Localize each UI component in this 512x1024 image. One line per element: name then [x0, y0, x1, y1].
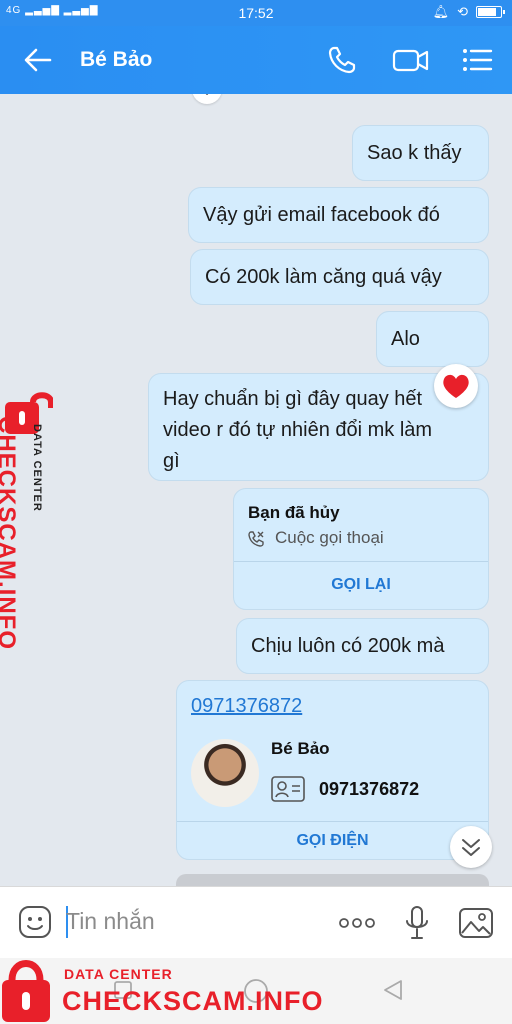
- alarm-icon: 🔔︎: [432, 4, 450, 19]
- call-status-title: Bạn đã hủy: [248, 503, 340, 522]
- padlock-logo-icon: [2, 960, 50, 1022]
- watermark-bottom: DATA CENTER CHECKSCAM.INFO: [0, 956, 323, 1024]
- watermark-brand: CHECKSCAM.INFO: [62, 986, 324, 1016]
- watermark-brand: CHECKSCAM.INFO: [0, 416, 20, 650]
- message-bubble[interactable]: Có 200k làm căng quá vậy: [190, 249, 489, 305]
- battery-level-fill: [478, 8, 496, 16]
- message-bubble[interactable]: Vậy gửi email facebook đó: [188, 187, 489, 243]
- emoji-sticker-icon[interactable]: [18, 905, 52, 939]
- message-text-line: gì: [163, 450, 180, 472]
- video-call-icon[interactable]: [392, 44, 430, 76]
- contact-name: Bé Bảo: [271, 739, 330, 758]
- contact-avatar[interactable]: [191, 739, 259, 807]
- load-more-button[interactable]: ⌄: [192, 94, 222, 104]
- message-bubble[interactable]: Alo: [376, 311, 489, 367]
- battery-icon: [476, 6, 505, 18]
- missed-call-icon: [248, 531, 264, 547]
- message-input[interactable]: Tin nhắn: [66, 908, 155, 935]
- heart-icon: [443, 374, 469, 398]
- watermark-label: DATA CENTER: [64, 966, 173, 982]
- card-divider: [234, 561, 488, 562]
- card-divider: [177, 821, 488, 822]
- partial-message-bubble: [176, 874, 489, 886]
- message-text: Alo: [391, 328, 420, 350]
- message-bubble[interactable]: Sao k thấy: [352, 125, 489, 181]
- lock-rotation-icon: ⟲: [457, 4, 468, 19]
- back-arrow-icon[interactable]: [22, 44, 54, 76]
- more-options-icon[interactable]: [338, 913, 376, 933]
- message-text: Sao k thấy: [367, 142, 462, 164]
- back-triangle-icon[interactable]: [381, 978, 405, 1002]
- message-list[interactable]: ⌄ Sao k thấy Vậy gửi email facebook đó C…: [0, 94, 512, 886]
- message-bubble[interactable]: Chịu luôn có 200k mà: [236, 618, 489, 674]
- message-text: Chịu luôn có 200k mà: [251, 635, 445, 657]
- scroll-to-bottom-button[interactable]: [450, 826, 492, 868]
- message-text-line: Hay chuẩn bị gì đây quay hết: [163, 388, 423, 410]
- message-text-line: video r đó tự nhiên đổi mk làm: [163, 419, 433, 441]
- microphone-icon[interactable]: [404, 905, 430, 941]
- message-text: Có 200k làm căng quá vậy: [205, 266, 442, 288]
- chevron-down-icon: ⌄: [202, 94, 212, 98]
- call-button[interactable]: GỌI ĐIỆN: [177, 832, 488, 850]
- menu-list-icon[interactable]: [461, 44, 493, 76]
- image-gallery-icon[interactable]: [458, 907, 494, 939]
- voice-call-icon[interactable]: [326, 44, 358, 76]
- call-back-button[interactable]: GỌI LẠI: [234, 576, 488, 594]
- call-type-label: Cuộc gọi thoại: [275, 528, 384, 547]
- contact-share-card: 0971376872 Bé Bảo 0971376872 GỌI ĐIỆN: [176, 680, 489, 860]
- phone-link[interactable]: 0971376872: [191, 695, 302, 718]
- double-chevron-down-icon: [462, 839, 480, 856]
- contact-name-title[interactable]: Bé Bảo: [80, 48, 152, 72]
- chat-header: Bé Bảo: [0, 26, 512, 94]
- message-composer: Tin nhắn: [0, 886, 512, 958]
- status-bar: 4G ▂▃▅▇ ▂▃▅▇ 17:52 🔔︎ ⟲: [0, 0, 512, 26]
- watermark-label: DATA CENTER: [31, 424, 43, 512]
- contact-card-icon: [271, 776, 305, 802]
- message-text: Vậy gửi email facebook đó: [203, 204, 440, 226]
- contact-phone: 0971376872: [319, 779, 420, 799]
- call-log-card: Bạn đã hủy Cuộc gọi thoại GỌI LẠI: [233, 488, 489, 610]
- reaction-heart-button[interactable]: [434, 364, 478, 408]
- watermark-side: CHECKSCAM.INFO DATA CENTER: [0, 388, 60, 650]
